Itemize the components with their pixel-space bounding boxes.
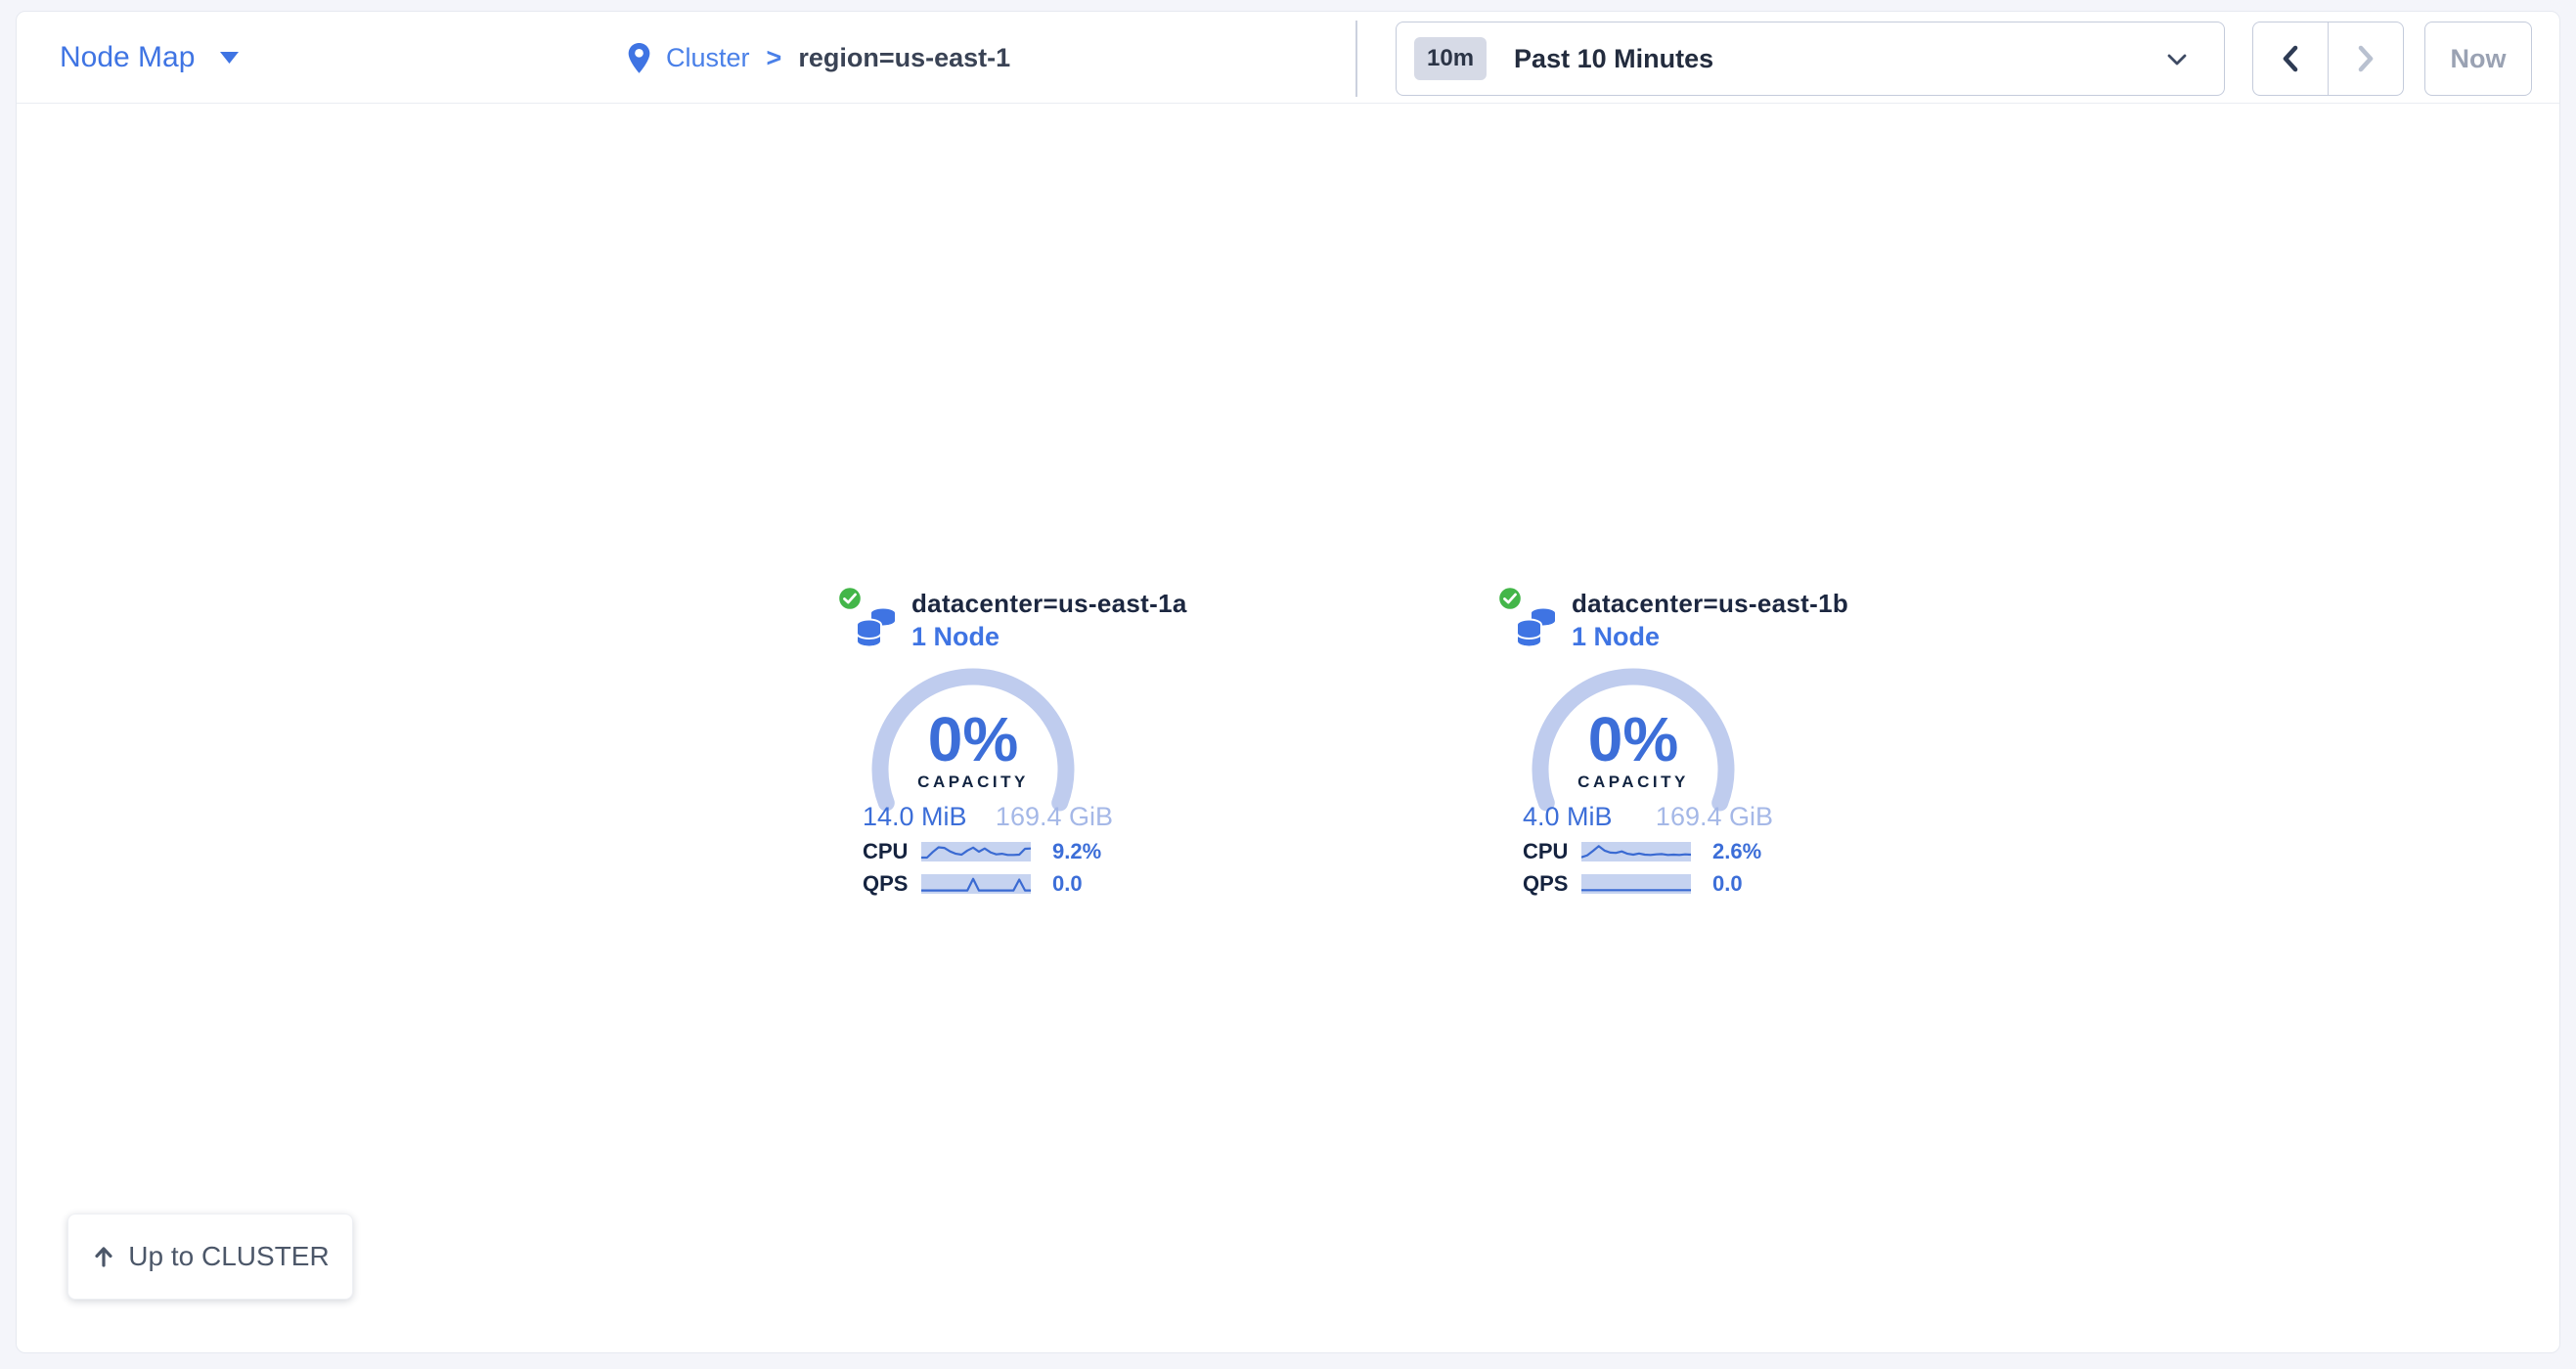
- capacity-values: 14.0 MiB 169.4 GiB: [863, 802, 1113, 832]
- qps-value: 0.0: [1052, 871, 1083, 897]
- cpu-value: 9.2%: [1052, 839, 1101, 864]
- qps-metric-row: QPS 0.0: [863, 873, 1113, 895]
- capacity-label: CAPACITY: [866, 773, 1081, 792]
- chevron-left-icon: [2281, 45, 2300, 72]
- datacenter-title: datacenter=us-east-1a: [911, 589, 1187, 619]
- cpu-value: 2.6%: [1712, 839, 1761, 864]
- capacity-total: 169.4 GiB: [996, 802, 1113, 832]
- cpu-sparkline: [1581, 842, 1691, 861]
- capacity-total: 169.4 GiB: [1656, 802, 1773, 832]
- cpu-metric-row: CPU 2.6%: [1523, 841, 1773, 862]
- now-button[interactable]: Now: [2424, 22, 2532, 96]
- qps-label: QPS: [863, 871, 921, 897]
- breadcrumb-separator: >: [767, 43, 782, 73]
- time-step-forward-button[interactable]: [2329, 22, 2404, 95]
- healthy-check-icon: [836, 585, 864, 612]
- topbar: Node Map Cluster > region=us-east-1 10m …: [17, 12, 2559, 104]
- time-step-back-button[interactable]: [2253, 22, 2329, 95]
- chevron-right-icon: [2356, 45, 2376, 72]
- capacity-percentage: 0%: [1526, 708, 1741, 771]
- up-to-cluster-button[interactable]: Up to CLUSTER: [67, 1214, 353, 1300]
- location-pin-icon: [627, 42, 651, 74]
- caret-down-icon: [220, 52, 239, 64]
- time-range-select[interactable]: 10m Past 10 Minutes: [1396, 22, 2225, 96]
- healthy-check-icon: [1496, 585, 1524, 612]
- capacity-used: 4.0 MiB: [1523, 802, 1613, 832]
- up-to-cluster-label: Up to CLUSTER: [128, 1241, 329, 1272]
- qps-sparkline: [1581, 874, 1691, 894]
- capacity-percentage: 0%: [866, 708, 1081, 771]
- qps-metric-row: QPS 0.0: [1523, 873, 1773, 895]
- time-range-label: Past 10 Minutes: [1514, 44, 1713, 74]
- datacenter-node-count: 1 Node: [911, 622, 999, 652]
- metrics-list: CPU 2.6% QPS 0.0: [1523, 841, 1773, 905]
- capacity-values: 4.0 MiB 169.4 GiB: [1523, 802, 1773, 832]
- datacenter-node-count: 1 Node: [1572, 622, 1660, 652]
- view-selector-dropdown[interactable]: Node Map: [60, 12, 239, 104]
- cpu-metric-row: CPU 9.2%: [863, 841, 1113, 862]
- capacity-used: 14.0 MiB: [863, 802, 967, 832]
- breadcrumb-cluster-link[interactable]: Cluster: [666, 43, 750, 73]
- node-map-panel: Node Map Cluster > region=us-east-1 10m …: [16, 11, 2560, 1353]
- time-range-badge: 10m: [1414, 37, 1487, 80]
- chevron-down-icon: [2167, 54, 2187, 66]
- breadcrumb: Cluster > region=us-east-1: [627, 12, 1010, 104]
- cpu-sparkline: [921, 842, 1031, 861]
- capacity-label: CAPACITY: [1526, 773, 1741, 792]
- datacenter-card-us-east-1a[interactable]: datacenter=us-east-1a 1 Node 0% CAPACITY…: [828, 581, 1122, 907]
- cpu-label: CPU: [1523, 839, 1581, 864]
- topbar-divider: [1355, 21, 1357, 97]
- time-step-buttons: [2252, 22, 2404, 96]
- breadcrumb-current: region=us-east-1: [798, 43, 1010, 73]
- qps-sparkline: [921, 874, 1031, 894]
- metrics-list: CPU 9.2% QPS 0.0: [863, 841, 1113, 905]
- view-selector-label: Node Map: [60, 41, 195, 74]
- qps-label: QPS: [1523, 871, 1581, 897]
- datacenter-card-us-east-1b[interactable]: datacenter=us-east-1b 1 Node 0% CAPACITY…: [1488, 581, 1782, 907]
- qps-value: 0.0: [1712, 871, 1743, 897]
- datacenter-title: datacenter=us-east-1b: [1572, 589, 1848, 619]
- cpu-label: CPU: [863, 839, 921, 864]
- arrow-up-icon: [91, 1244, 116, 1269]
